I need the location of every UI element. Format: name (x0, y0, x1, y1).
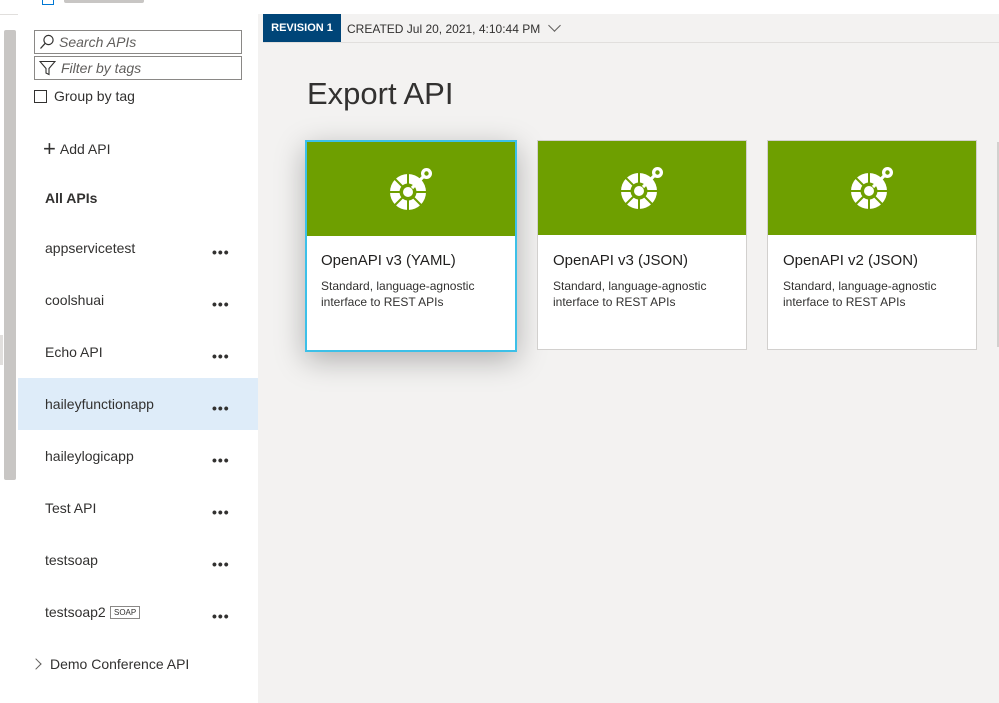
api-sidebar: Group by tag + Add API All APIs appservi… (18, 14, 258, 703)
window-edge (0, 335, 3, 365)
more-icon[interactable]: ••• (212, 505, 230, 519)
demo-group-label: Demo Conference API (50, 656, 190, 672)
search-input[interactable] (59, 33, 234, 51)
cropped-icon (42, 0, 54, 5)
top-cropped-bar (0, 0, 262, 15)
card-title: OpenAPI v2 (JSON) (783, 252, 919, 269)
more-icon[interactable]: ••• (212, 557, 230, 571)
plus-icon: + (43, 136, 56, 161)
api-list-item[interactable]: coolshuai ••• (18, 274, 258, 326)
api-list-item[interactable]: testsoap2 SOAP ••• (18, 586, 258, 638)
export-card[interactable]: OpenAPI v3 (YAML) Standard, language-agno… (305, 140, 517, 352)
api-list-item[interactable]: Test API ••• (18, 482, 258, 534)
checkbox-box[interactable] (34, 89, 47, 103)
group-by-tag-checkbox[interactable]: Group by tag (34, 86, 135, 106)
chevron-right-icon (30, 658, 42, 670)
api-name: Test API (45, 500, 97, 516)
card-description: Standard, language-agnostic interface to… (783, 279, 937, 309)
api-name: Echo API (45, 344, 103, 360)
filter-box[interactable] (34, 56, 242, 80)
sidebar-scrollbar[interactable] (4, 30, 16, 480)
search-box[interactable] (34, 30, 242, 54)
revision-bar: REVISION 1 CREATED Jul 20, 2021, 4:10:44… (263, 14, 999, 43)
cropped-text (64, 0, 144, 3)
export-card[interactable]: OpenAPI v2 (JSON) Standard, language-agno… (767, 140, 977, 350)
filter-input[interactable] (61, 59, 233, 77)
group-by-label: Group by tag (54, 88, 135, 104)
card-description: Standard, language-agnostic interface to… (321, 279, 475, 309)
api-list-item[interactable]: haileylogicapp ••• (18, 430, 258, 482)
more-icon[interactable]: ••• (212, 401, 230, 415)
api-name: testsoap2 (45, 604, 106, 620)
api-name: coolshuai (45, 292, 105, 308)
api-name: testsoap (45, 552, 98, 568)
openapi-logo-icon (851, 167, 893, 210)
demo-conference-api-group[interactable]: Demo Conference API (30, 654, 190, 674)
card-title: OpenAPI v3 (JSON) (553, 252, 689, 269)
add-api-button[interactable]: + Add API (43, 138, 110, 160)
more-icon[interactable]: ••• (212, 609, 230, 623)
card-banner (307, 142, 515, 236)
api-list-item[interactable]: Echo API ••• (18, 326, 258, 378)
revision-created-text: CREATED Jul 20, 2021, 4:10:44 PM (347, 22, 541, 36)
filter-icon (39, 60, 56, 76)
api-name: haileyfunctionapp (45, 396, 154, 412)
revision-dropdown[interactable]: CREATED Jul 20, 2021, 4:10:44 PM (347, 19, 562, 36)
search-icon (40, 34, 54, 49)
card-title: OpenAPI v3 (YAML) (321, 252, 456, 269)
openapi-logo-icon (621, 167, 663, 210)
revision-badge: REVISION 1 (263, 14, 341, 42)
api-list-item[interactable]: haileyfunctionapp ••• (18, 378, 258, 430)
page-title: Export API (307, 76, 454, 111)
api-list-item[interactable]: appservicetest ••• (18, 222, 258, 274)
api-name: appservicetest (45, 240, 136, 256)
more-icon[interactable]: ••• (212, 245, 230, 259)
chevron-down-icon (548, 19, 562, 32)
add-api-label: Add API (59, 141, 111, 157)
export-card[interactable]: OpenAPI v3 (JSON) Standard, language-agno… (537, 140, 747, 350)
more-icon[interactable]: ••• (212, 297, 230, 311)
api-list-item[interactable]: testsoap ••• (18, 534, 258, 586)
api-name: haileylogicapp (45, 448, 134, 464)
card-banner (768, 141, 976, 235)
main-panel: REVISION 1 CREATED Jul 20, 2021, 4:10:44… (263, 14, 999, 703)
more-icon[interactable]: ••• (212, 349, 230, 363)
card-description: Standard, language-agnostic interface to… (553, 279, 707, 309)
all-apis-heading: All APIs (45, 190, 98, 206)
more-icon[interactable]: ••• (212, 453, 230, 467)
api-list: appservicetest ••• coolshuai ••• Echo API •••… (18, 222, 258, 638)
card-banner (538, 141, 746, 235)
openapi-logo-icon (390, 168, 432, 211)
soap-badge: SOAP (110, 606, 141, 619)
